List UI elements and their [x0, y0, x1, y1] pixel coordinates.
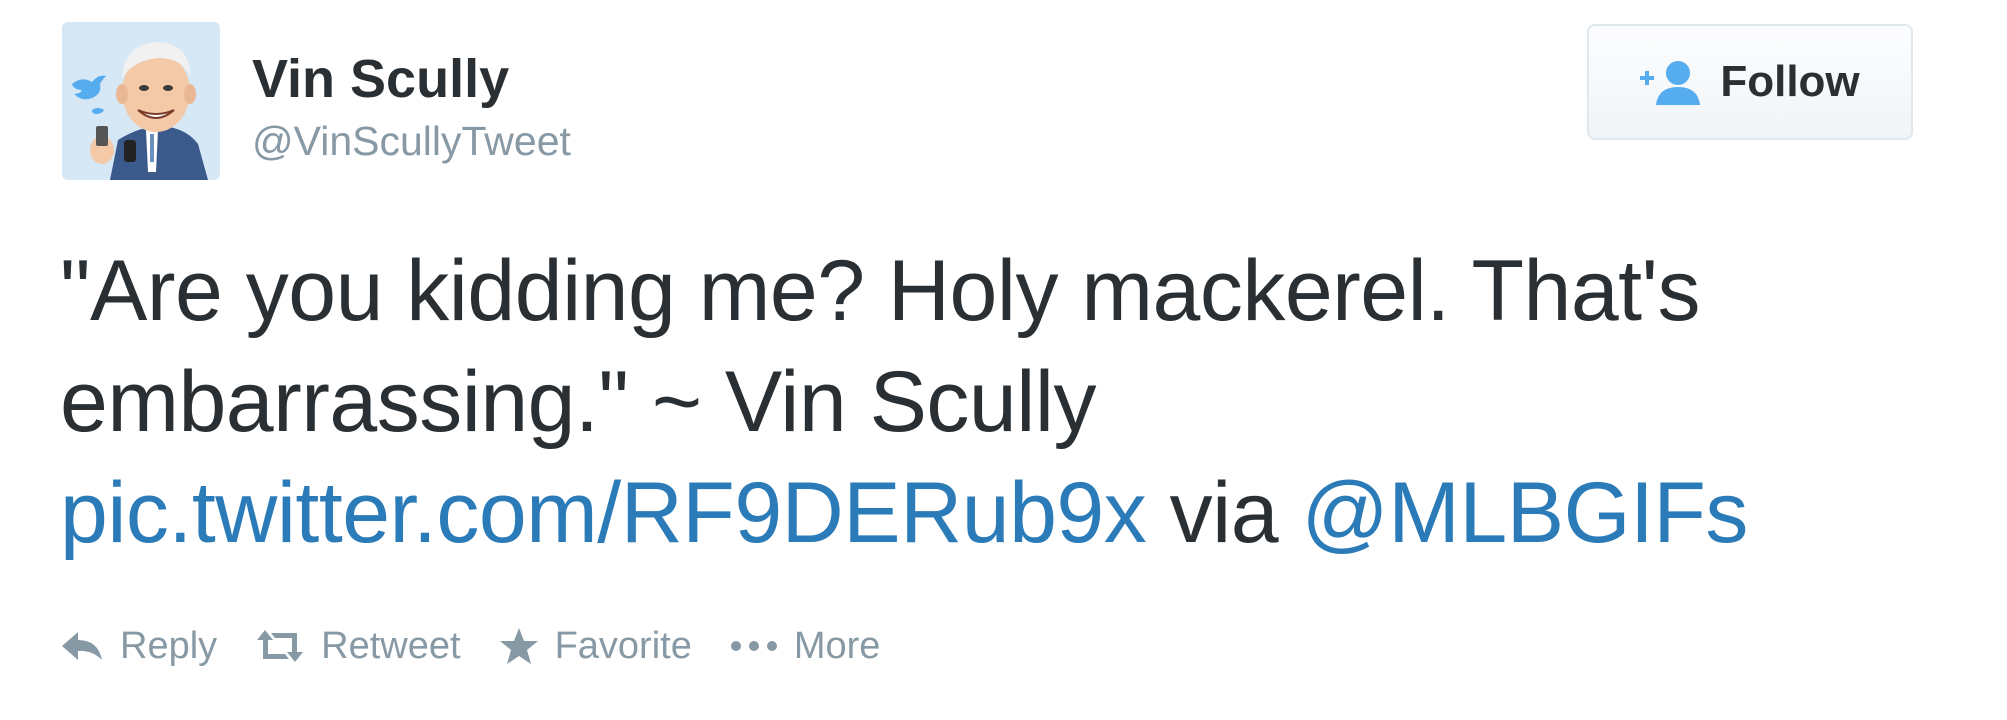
add-user-icon [1640, 59, 1702, 105]
retweet-icon [255, 626, 305, 666]
star-icon [499, 626, 539, 666]
more-button[interactable]: More [730, 621, 881, 671]
tweet-text-line: pic.twitter.com/RF9DERub9x via @MLBGIFs [60, 458, 1960, 569]
tweet-actions: Reply Retweet Favorite More [60, 616, 880, 676]
media-link[interactable]: pic.twitter.com/RF9DERub9x [60, 465, 1147, 561]
screen-name[interactable]: @VinScullyTweet [252, 116, 571, 166]
favorite-label: Favorite [554, 625, 692, 667]
tweet-text-line: embarrassing." ~ Vin Scully [60, 354, 1096, 450]
caricature-avatar-icon [62, 22, 220, 180]
tweet-text: "Are you kidding me? Holy mackerel. That… [60, 236, 1960, 569]
reply-icon [60, 626, 104, 666]
tweet-text-line: "Are you kidding me? Holy mackerel. That… [60, 243, 1700, 339]
mention-link[interactable]: @MLBGIFs [1301, 465, 1748, 561]
more-label: More [793, 625, 881, 667]
retweet-button[interactable]: Retweet [255, 621, 461, 671]
reply-label: Reply [120, 625, 218, 667]
via-text: via [1146, 465, 1302, 561]
follow-label: Follow [1720, 57, 1860, 106]
favorite-button[interactable]: Favorite [499, 621, 692, 671]
more-dots-icon [730, 626, 778, 666]
tweet-card: Vin Scully @VinScullyTweet Follow "Are y… [0, 0, 2007, 720]
user-avatar[interactable] [62, 22, 220, 180]
follow-button[interactable]: Follow [1587, 24, 1913, 140]
reply-button[interactable]: Reply [60, 621, 217, 671]
display-name[interactable]: Vin Scully [252, 48, 509, 110]
retweet-label: Retweet [321, 625, 461, 667]
